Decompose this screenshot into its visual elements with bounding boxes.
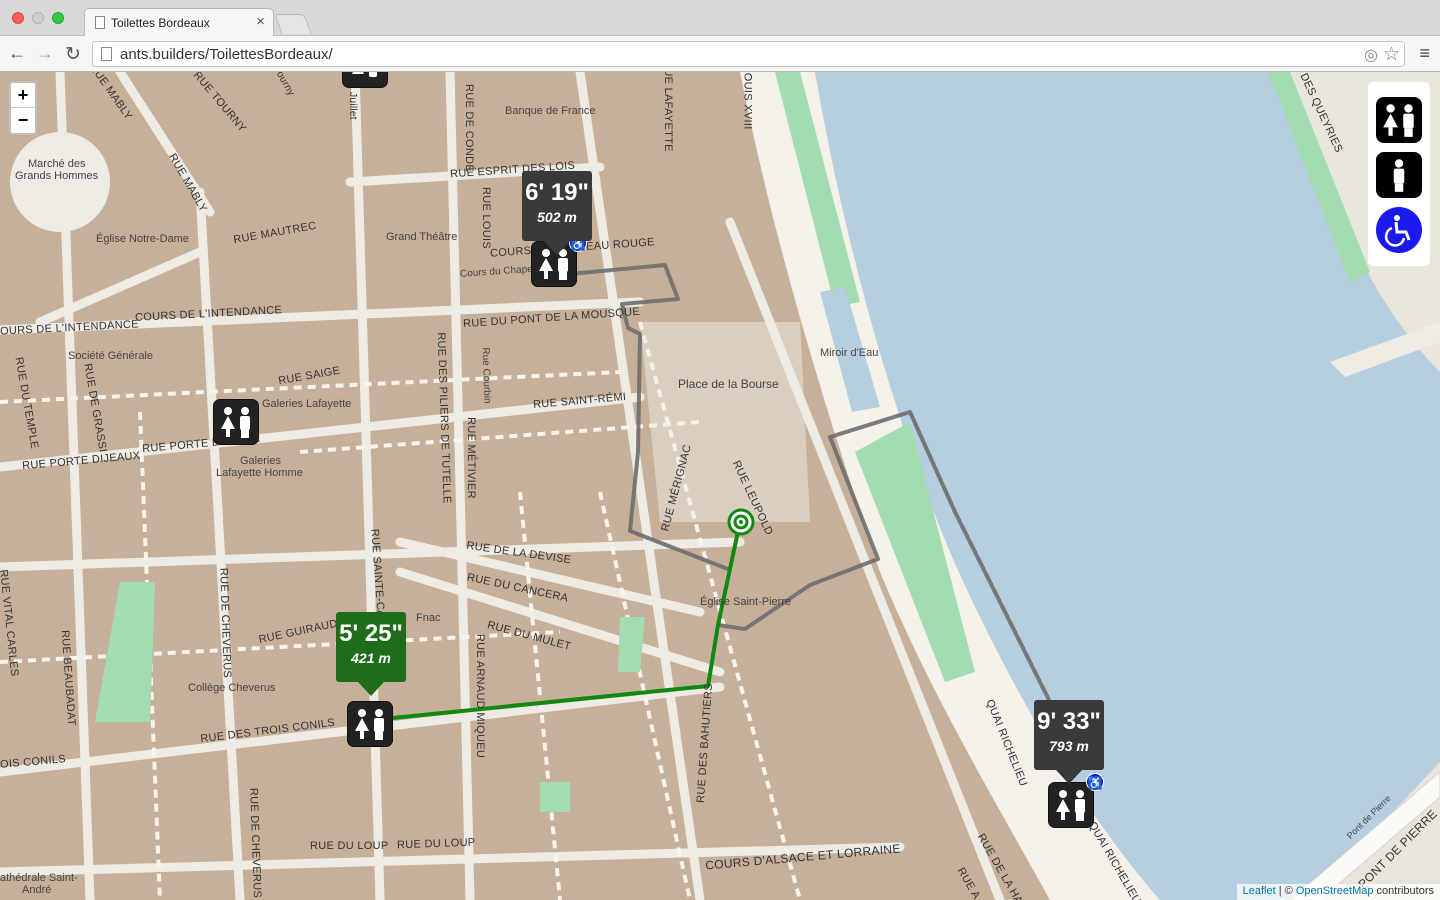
forward-icon[interactable]: →	[34, 43, 56, 64]
poi-label: Marché des	[28, 158, 86, 170]
filter-urinal-button[interactable]	[1376, 152, 1422, 198]
toilet-icon	[355, 709, 384, 740]
tab-title: Toilettes Bordeaux	[111, 16, 210, 30]
poi-label: André	[22, 884, 52, 896]
back-icon[interactable]: ←	[6, 43, 28, 64]
browser-toolbar: ← → ↻ ants.builders/ToilettesBordeaux/ ◎…	[0, 36, 1440, 72]
filter-unisex-toilets-button[interactable]	[1376, 97, 1422, 143]
toilet-marker-west[interactable]	[347, 701, 393, 747]
toilet-marker[interactable]	[342, 72, 388, 88]
zoom-control: + −	[9, 81, 37, 135]
poi-label: Galeries Lafayette	[262, 398, 352, 410]
filter-panel	[1368, 82, 1430, 266]
location-icon[interactable]: ◎	[1364, 45, 1378, 65]
street-label: RUE LOUIS	[480, 187, 492, 249]
poi-label: Collège Cheverus	[188, 682, 276, 694]
toilet-icon	[1383, 104, 1414, 137]
poi-label: Banque de France	[505, 105, 596, 117]
window-minimize-button[interactable]	[32, 12, 44, 24]
poi-label: Église Notre-Dame	[96, 233, 189, 245]
reload-icon[interactable]: ↻	[62, 43, 84, 66]
poi-label: Miroir d'Eau	[820, 347, 879, 359]
route-time-bubble-east[interactable]: 9' 33" 793 m	[1034, 700, 1104, 784]
poi-label: Église Saint-Pierre	[700, 596, 792, 608]
toilet-marker[interactable]	[213, 399, 259, 445]
poi-label: Place de la Bourse	[678, 377, 779, 391]
document-icon	[95, 16, 105, 29]
address-bar[interactable]: ants.builders/ToilettesBordeaux/ ◎ ☆	[92, 41, 1405, 67]
url-text[interactable]: ants.builders/ToilettesBordeaux/	[120, 46, 333, 63]
new-tab-button[interactable]	[274, 14, 312, 34]
man-icon	[1393, 159, 1405, 192]
map-attribution: Leaflet | © OpenStreetMap contributors	[1236, 884, 1440, 900]
osm-link[interactable]: OpenStreetMap	[1296, 885, 1374, 897]
route-distance: 502 m	[537, 209, 577, 225]
browser-titlebar: Toilettes Bordeaux ×	[0, 0, 1440, 36]
street-label: RUE MÉTIVIER	[464, 417, 477, 499]
poi-label: Société Générale	[68, 350, 153, 362]
route-time-bubble-west[interactable]: 5' 25" 421 m	[336, 612, 406, 696]
route-time-bubble-north[interactable]: 6' 19" 502 m	[522, 171, 592, 255]
browser-menu-icon[interactable]: ≡	[1419, 43, 1430, 64]
page-icon	[101, 47, 112, 61]
poi-label: Fnac	[416, 612, 441, 624]
zoom-out-button[interactable]: −	[11, 108, 35, 133]
filter-wheelchair-button[interactable]	[1376, 207, 1422, 253]
street-label: RUE LAFAYETTE	[661, 72, 674, 152]
map[interactable]: RUE MABLY RUE TOURNY RUE MABLY Marché de…	[0, 72, 1440, 900]
route-time: 9' 33"	[1037, 708, 1101, 735]
route-time: 5' 25"	[339, 620, 403, 647]
poi-label: Rue Courbin	[479, 347, 493, 404]
poi-label: Grand Théâtre	[386, 231, 458, 243]
window-maximize-button[interactable]	[52, 12, 64, 24]
toilet-icon	[352, 72, 377, 77]
poi-label: Lafayette Homme	[216, 467, 303, 479]
street-label: RUE ARNAUD MIQUEU	[474, 633, 487, 759]
attribution-contributors: contributors	[1373, 885, 1434, 897]
toilet-icon	[1056, 790, 1085, 821]
toilet-icon	[221, 407, 250, 438]
browser-tab[interactable]: Toilettes Bordeaux ×	[84, 8, 274, 36]
route-time: 6' 19"	[525, 179, 589, 206]
street-label: RUE DU LOUP	[310, 840, 389, 852]
street-label: LOUIS XVIII	[741, 72, 754, 130]
window-close-button[interactable]	[12, 12, 24, 24]
bookmark-star-icon[interactable]: ☆	[1383, 43, 1400, 66]
leaflet-link[interactable]: Leaflet	[1243, 885, 1276, 897]
poi-label: athédrale Saint-	[0, 872, 78, 884]
wheelchair-icon	[1384, 215, 1411, 247]
route-distance: 793 m	[1049, 738, 1089, 754]
poi-label: Galeries	[240, 455, 281, 467]
route-distance: 421 m	[351, 650, 391, 666]
zoom-in-button[interactable]: +	[11, 83, 35, 108]
map-base-layer	[0, 72, 1440, 900]
tab-close-icon[interactable]: ×	[256, 13, 265, 30]
attribution-separator: | ©	[1275, 885, 1296, 897]
street-label: RUE DE CONDÉ	[462, 84, 475, 172]
wheelchair-icon: ♿	[1086, 773, 1104, 791]
poi-label: Grands Hommes	[15, 170, 99, 182]
